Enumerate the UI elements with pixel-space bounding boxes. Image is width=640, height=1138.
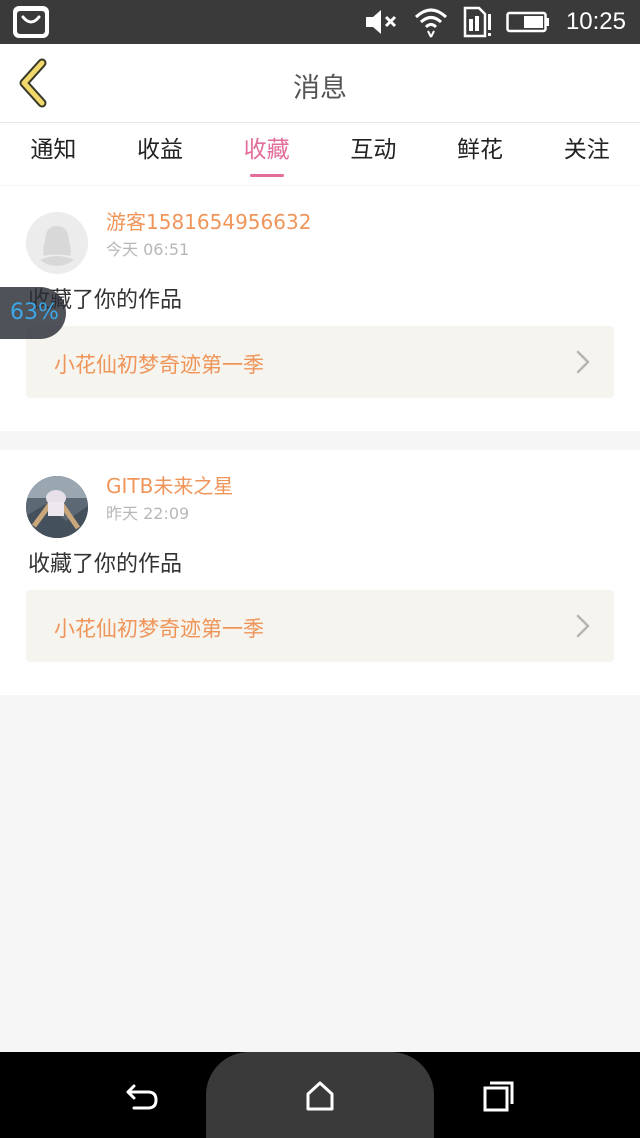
username[interactable]: 游客1581654956632 (106, 206, 311, 235)
status-time: 10:25 (565, 8, 626, 35)
message-time: 昨天 22:09 (106, 504, 190, 523)
user-photo-avatar-image (26, 476, 88, 538)
tab-favorites[interactable]: 收藏 (213, 123, 320, 185)
action-text: 收藏了你的作品 (28, 552, 183, 577)
tab-label: 关注 (563, 137, 610, 163)
tab-notifications[interactable]: 通知 (0, 123, 107, 185)
message-time: 今天 06:51 (106, 240, 190, 259)
avatar[interactable] (26, 212, 88, 274)
tab-following[interactable]: 关注 (533, 123, 640, 185)
tab-bar: 通知 收益 收藏 互动 鲜花 关注 (0, 123, 640, 185)
tab-label: 收藏 (243, 137, 290, 163)
system-nav-bar (0, 1052, 640, 1138)
work-title: 小花仙初梦奇迹第一季 (54, 617, 264, 641)
shopping-bag-icon (12, 5, 50, 39)
tab-earnings[interactable]: 收益 (107, 123, 214, 185)
work-link[interactable]: 小花仙初梦奇迹第一季 (26, 326, 614, 398)
tab-interactions[interactable]: 互动 (320, 123, 427, 185)
tab-label: 收益 (137, 137, 183, 163)
tab-label: 鲜花 (457, 137, 504, 163)
work-link[interactable]: 小花仙初梦奇迹第一季 (26, 590, 614, 662)
back-nav-icon[interactable] (122, 1076, 162, 1116)
floating-progress-badge[interactable]: 63% (0, 287, 66, 339)
tab-label: 互动 (350, 137, 397, 163)
page-title: 消息 (293, 73, 347, 104)
message-card: GITB未来之星 昨天 22:09 收藏了你的作品 小花仙初梦奇迹第一季 (0, 450, 640, 695)
active-tab-indicator (249, 174, 284, 177)
status-bar: 10:25 (0, 0, 640, 44)
recents-nav-icon[interactable] (478, 1076, 518, 1116)
sim-card-icon (462, 6, 492, 38)
tab-flowers[interactable]: 鲜花 (427, 123, 534, 185)
chevron-right-icon (576, 350, 590, 374)
volume-muted-icon (364, 7, 400, 37)
work-title: 小花仙初梦奇迹第一季 (54, 353, 264, 377)
home-nav-icon[interactable] (300, 1076, 340, 1116)
chevron-right-icon (576, 614, 590, 638)
tab-label: 通知 (30, 137, 77, 163)
default-avatar-icon (26, 212, 88, 274)
header: 消息 (0, 44, 640, 123)
battery-icon (506, 11, 550, 33)
wifi-icon (414, 5, 448, 39)
user-photo-avatar[interactable] (26, 476, 88, 538)
message-card: 游客1581654956632 今天 06:51 收藏了你的作品 小花仙初梦奇迹… (0, 186, 640, 431)
status-icons: 10:25 (350, 0, 626, 44)
username[interactable]: GITB未来之星 (106, 470, 233, 499)
